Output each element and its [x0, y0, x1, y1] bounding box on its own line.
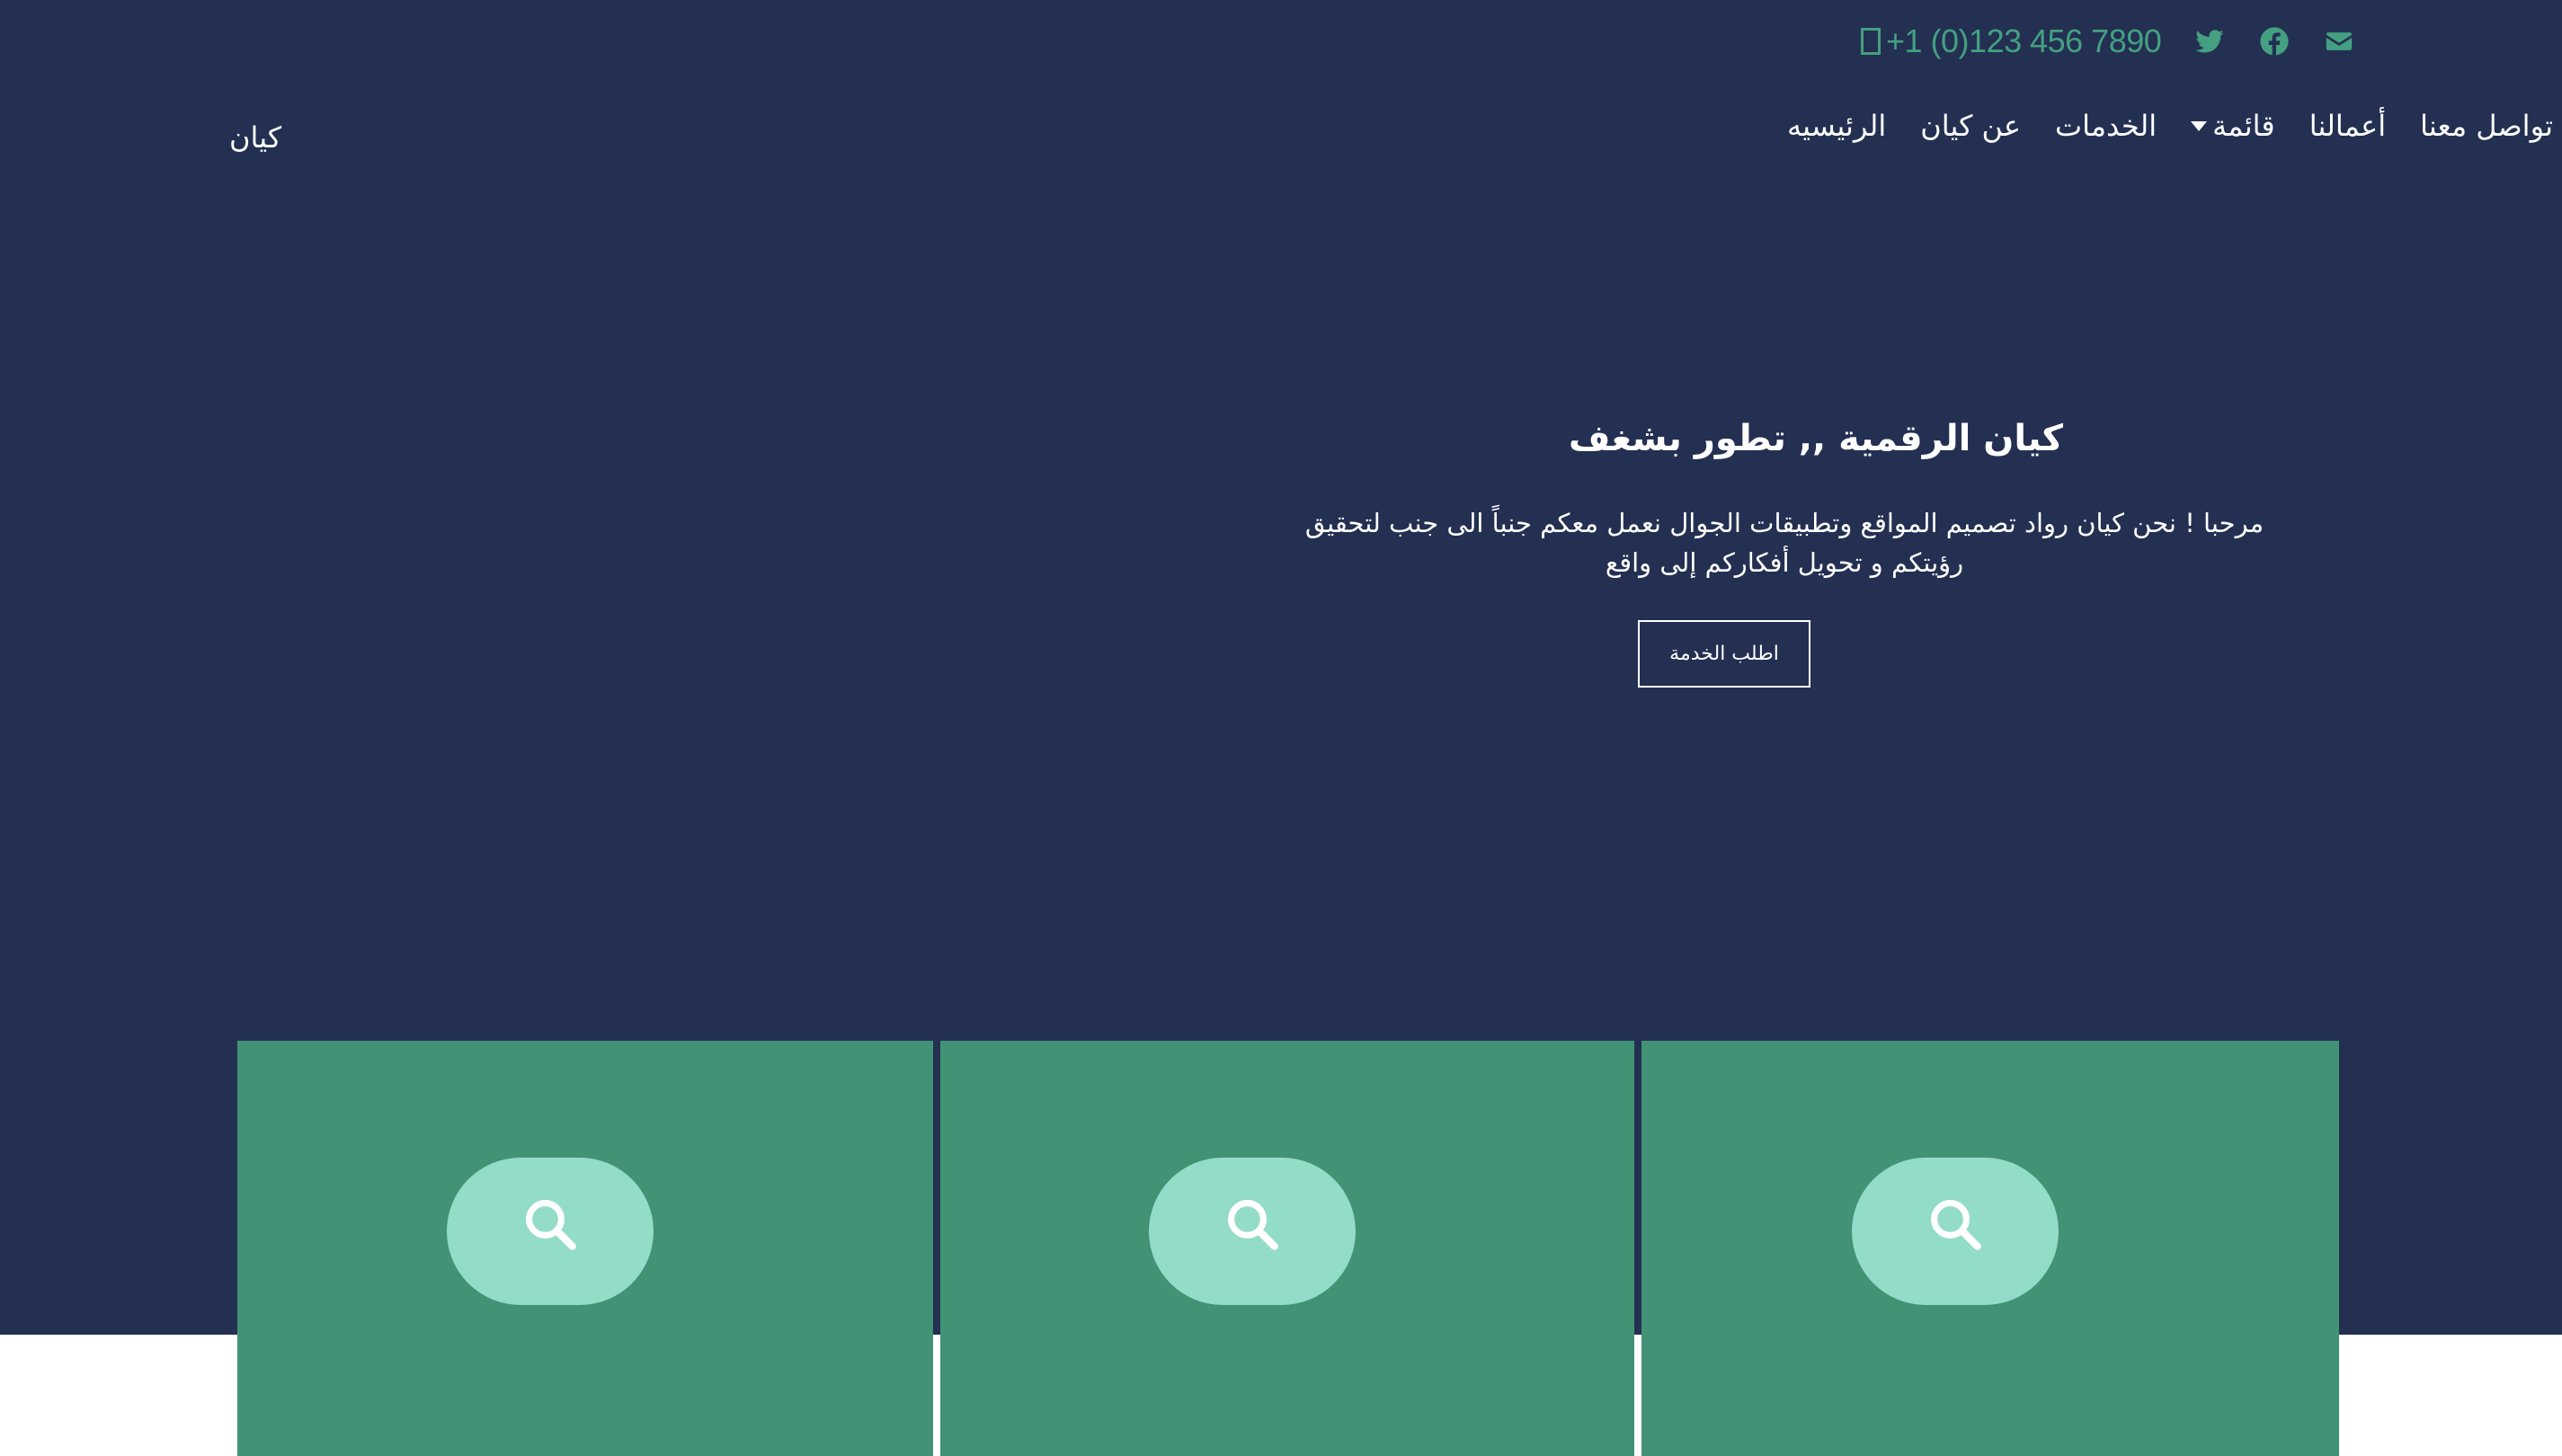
feature-card	[940, 1041, 1634, 1456]
nav-item-label: قائمة	[2212, 109, 2275, 143]
caret-down-icon	[2191, 120, 2208, 131]
nav-item-home[interactable]: الرئيسيه	[1787, 109, 1886, 143]
nav-item-services[interactable]: الخدمات	[2055, 109, 2157, 143]
nav-item-label: أعمالنا	[2308, 109, 2387, 143]
hero-title: كيان الرقمية ,, تطور بشغف	[1568, 418, 2064, 459]
nav-item-label: الخدمات	[2055, 109, 2157, 143]
nav-item-about[interactable]: عن كيان	[1920, 109, 2021, 143]
feature-icon-pill[interactable]	[447, 1158, 654, 1305]
search-icon	[1931, 1200, 1981, 1250]
contact-bar: +1 (0)123 456 7890	[1861, 16, 2382, 67]
phone-number[interactable]: +1 (0)123 456 7890	[1861, 22, 2162, 60]
feature-icon-pill[interactable]	[1149, 1158, 1356, 1305]
feature-card	[1641, 1041, 2339, 1456]
nav-item-menu[interactable]: قائمة	[2191, 109, 2275, 143]
request-service-button[interactable]: اطلب الخدمة	[1638, 620, 1810, 688]
facebook-icon[interactable]	[2258, 25, 2291, 58]
search-icon	[526, 1200, 576, 1250]
phone-number-text: +1 (0)123 456 7890	[1886, 22, 2162, 59]
feature-card	[237, 1041, 933, 1456]
nav-item-label: تواصل معنا	[2420, 109, 2553, 143]
landing-page: +1 (0)123 456 7890 تواصل معنا أعمالنا قا…	[0, 0, 2562, 1456]
twitter-icon[interactable]	[2193, 25, 2226, 58]
nav-item-contact[interactable]: تواصل معنا	[2420, 109, 2553, 143]
nav-item-label: عن كيان	[1920, 109, 2021, 143]
email-icon[interactable]	[2323, 25, 2355, 58]
main-nav: تواصل معنا أعمالنا قائمة الخدمات عن كيان…	[1787, 104, 2553, 147]
nav-item-portfolio[interactable]: أعمالنا	[2309, 109, 2386, 143]
feature-icon-pill[interactable]	[1852, 1158, 2059, 1305]
hero-text: مرحبا ! نحن كيان رواد تصميم المواقع وتطب…	[1304, 508, 2264, 578]
search-icon	[1228, 1200, 1278, 1250]
nav-item-label: الرئيسيه	[1787, 109, 1887, 143]
phone-icon	[1861, 28, 1881, 55]
brand-logo-text[interactable]: كيان	[229, 120, 337, 155]
